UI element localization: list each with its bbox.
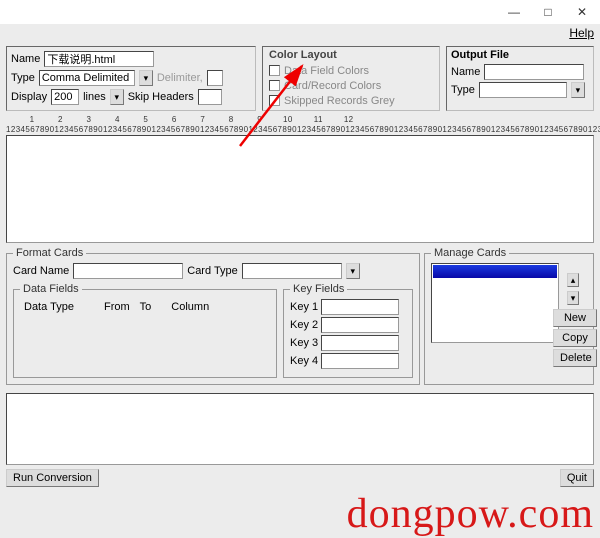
card-name-input[interactable] — [73, 263, 183, 279]
checkbox-card-record-colors[interactable] — [269, 80, 280, 91]
key1-label: Key 1 — [290, 301, 318, 313]
output-name-label: Name — [451, 66, 480, 78]
window-titlebar: — □ ✕ — [0, 0, 600, 24]
output-type-label: Type — [451, 84, 475, 96]
key2-label: Key 2 — [290, 319, 318, 331]
output-name-input[interactable] — [484, 64, 584, 80]
watermark-text: dongpow.com — [347, 490, 594, 538]
color-layout-group: Color Layout Data Field Colors Card/Reco… — [262, 46, 440, 111]
card-name-label: Card Name — [13, 265, 69, 277]
copy-button[interactable]: Copy — [553, 329, 597, 347]
type-label: Type — [11, 72, 35, 84]
format-cards-group: Format Cards Card Name Card Type ▾ Data … — [6, 247, 420, 385]
data-field-colors-label: Data Field Colors — [284, 65, 369, 77]
display-input[interactable] — [51, 89, 79, 105]
output-file-group: Output File Name Type ▾ — [446, 46, 594, 111]
card-record-colors-label: Card/Record Colors — [284, 80, 381, 92]
type-dropdown-icon[interactable]: ▾ — [139, 70, 153, 86]
column-ruler: 1 2 3 4 5 6 7 8 9 10 11 12 1234567890123… — [0, 115, 600, 135]
output-type-input[interactable] — [479, 82, 567, 98]
minimize-button[interactable]: — — [498, 2, 530, 22]
display-label: Display — [11, 91, 47, 103]
skip-headers-label: Skip Headers — [128, 91, 194, 103]
output-file-title: Output File — [451, 49, 589, 61]
close-button[interactable]: ✕ — [566, 2, 598, 22]
quit-button[interactable]: Quit — [560, 469, 594, 487]
format-cards-legend: Format Cards — [13, 247, 86, 259]
type-input[interactable] — [39, 70, 135, 86]
lines-label: lines — [83, 91, 106, 103]
card-type-label: Card Type — [187, 265, 238, 277]
delimiter-label: Delimiter, — [157, 72, 203, 84]
output-type-dropdown-icon[interactable]: ▾ — [571, 82, 585, 98]
menu-bar: Help — [0, 24, 600, 42]
manage-cards-selected-item[interactable] — [433, 265, 557, 278]
skipped-grey-label: Skipped Records Grey — [284, 95, 395, 107]
col-data-type: Data Type — [24, 301, 94, 313]
skip-headers-input[interactable] — [198, 89, 222, 105]
key4-input[interactable] — [321, 353, 399, 369]
new-button[interactable]: New — [553, 309, 597, 327]
key1-input[interactable] — [321, 299, 399, 315]
name-input[interactable] — [44, 51, 154, 67]
help-menu[interactable]: Help — [569, 26, 594, 40]
delimiter-input — [207, 70, 223, 86]
data-fields-group: Data Fields Data Type From To Column — [13, 283, 277, 378]
card-type-input[interactable] — [242, 263, 342, 279]
delete-button[interactable]: Delete — [553, 349, 597, 367]
ruler-ticks: 1234567890123456789012345678901234567890… — [6, 125, 594, 135]
key-fields-group: Key Fields Key 1 Key 2 Key 3 Key 4 — [283, 283, 413, 378]
key3-label: Key 3 — [290, 337, 318, 349]
input-file-group: Name Type ▾ Delimiter, Display lines ▾ S… — [6, 46, 256, 111]
ruler-numbers: 1 2 3 4 5 6 7 8 9 10 11 12 — [6, 115, 594, 125]
data-fields-legend: Data Fields — [20, 283, 82, 295]
col-from: From — [104, 301, 130, 313]
lines-dropdown-icon[interactable]: ▾ — [110, 89, 124, 105]
key2-input[interactable] — [321, 317, 399, 333]
card-type-dropdown-icon[interactable]: ▾ — [346, 263, 360, 279]
col-to: To — [140, 301, 152, 313]
key3-input[interactable] — [321, 335, 399, 351]
maximize-button[interactable]: □ — [532, 2, 564, 22]
output-preview-area[interactable] — [6, 393, 594, 465]
manage-cards-list[interactable] — [431, 263, 559, 343]
manage-cards-group: Manage Cards ▴ ▾ New Copy Delete — [424, 247, 594, 385]
name-label: Name — [11, 53, 40, 65]
move-up-icon[interactable]: ▴ — [567, 273, 579, 287]
run-conversion-button[interactable]: Run Conversion — [6, 469, 99, 487]
data-preview-area[interactable] — [6, 135, 594, 243]
key-fields-legend: Key Fields — [290, 283, 347, 295]
checkbox-skipped-grey[interactable] — [269, 95, 280, 106]
manage-cards-legend: Manage Cards — [431, 247, 509, 259]
move-down-icon[interactable]: ▾ — [567, 291, 579, 305]
key4-label: Key 4 — [290, 355, 318, 367]
col-column: Column — [171, 301, 209, 313]
color-layout-title: Color Layout — [269, 49, 433, 61]
checkbox-data-field-colors[interactable] — [269, 65, 280, 76]
